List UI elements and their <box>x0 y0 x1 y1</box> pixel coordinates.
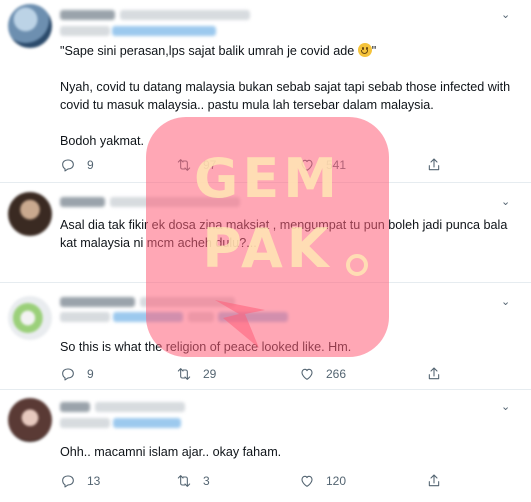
share-icon <box>428 158 440 171</box>
retweet-button[interactable]: 29 <box>176 365 216 383</box>
like-button[interactable]: 541 <box>299 156 346 174</box>
like-icon <box>301 368 313 380</box>
blurred-handle <box>110 197 240 207</box>
reply-button[interactable]: 13 <box>60 472 100 490</box>
blurred-display-name <box>60 10 115 20</box>
blurred-mention <box>113 418 181 428</box>
like-button[interactable]: 120 <box>299 472 346 490</box>
like-button[interactable]: 266 <box>299 365 346 383</box>
blurred-replying-to <box>60 312 110 322</box>
blurred-display-name <box>60 402 90 412</box>
watermark-bolt-icon <box>215 300 265 348</box>
reply-count: 9 <box>87 158 94 172</box>
smiling-face-emoji <box>357 43 372 57</box>
tweet-actions: 9 97 541 <box>60 156 460 174</box>
blurred-mention <box>113 312 183 322</box>
retweet-count: 29 <box>203 367 217 381</box>
blurred-handle <box>95 402 185 412</box>
retweet-icon <box>177 475 191 487</box>
blurred-and-text <box>188 312 214 322</box>
tweet-text: "Sape sini perasan,lps sajat balik umrah… <box>60 43 377 58</box>
like-count: 120 <box>326 474 347 488</box>
reply-icon <box>62 475 74 488</box>
retweet-icon <box>177 159 191 171</box>
tweet-actions: 9 29 266 <box>60 365 460 383</box>
avatar[interactable] <box>8 4 52 48</box>
avatar[interactable] <box>8 398 52 442</box>
reply-count: 9 <box>87 367 94 381</box>
share-icon <box>428 474 440 487</box>
like-count: 541 <box>326 158 347 172</box>
like-icon <box>301 475 313 487</box>
more-caret-icon[interactable]: ⌄ <box>501 197 515 208</box>
retweet-button[interactable]: 3 <box>176 472 210 490</box>
tweet-actions: 13 3 120 <box>60 472 460 490</box>
share-icon <box>428 367 440 380</box>
tweet[interactable]: ⌄ So this is what the religion of peace … <box>0 283 531 390</box>
tweet[interactable]: ⌄ "Sape sini perasan,lps sajat balik umr… <box>0 0 531 183</box>
like-icon <box>301 159 313 171</box>
more-caret-icon[interactable]: ⌄ <box>501 402 515 413</box>
tweet-text: Ohh.. macamni islam ajar.. okay faham. <box>60 445 282 459</box>
reply-count: 13 <box>87 474 101 488</box>
blurred-display-name <box>60 297 135 307</box>
blurred-display-name <box>60 197 105 207</box>
tweet[interactable]: ⌄ Ohh.. macamni islam ajar.. okay faham.… <box>0 390 531 502</box>
share-button[interactable] <box>426 365 442 383</box>
tweet[interactable]: ⌄ Asal dia tak fikir ek dosa zina maksia… <box>0 183 531 283</box>
like-count: 266 <box>326 367 347 381</box>
more-caret-icon[interactable]: ⌄ <box>501 10 515 21</box>
tweet-feed: ⌄ "Sape sini perasan,lps sajat balik umr… <box>0 0 531 502</box>
blurred-mention <box>112 26 216 36</box>
tweet-text-body: Nyah, covid tu datang malaysia bukan seb… <box>60 80 511 148</box>
retweet-count: 97 <box>203 158 217 172</box>
share-button[interactable] <box>426 472 442 490</box>
reply-icon <box>62 159 74 172</box>
reply-icon <box>62 368 74 381</box>
tweet-text: So this is what the religion of peace lo… <box>60 340 352 354</box>
tweet-text: Asal dia tak fikir ek dosa zina maksiat … <box>60 218 511 250</box>
blurred-replying-to <box>60 26 110 36</box>
reply-button[interactable]: 9 <box>60 365 94 383</box>
retweet-button[interactable]: 97 <box>176 156 216 174</box>
avatar[interactable] <box>8 192 52 236</box>
retweet-icon <box>177 368 191 380</box>
avatar[interactable] <box>8 296 52 340</box>
blurred-replying-to <box>60 418 110 428</box>
more-caret-icon[interactable]: ⌄ <box>501 297 515 308</box>
retweet-count: 3 <box>203 474 210 488</box>
reply-button[interactable]: 9 <box>60 156 94 174</box>
share-button[interactable] <box>426 156 442 174</box>
blurred-handle <box>120 10 250 20</box>
